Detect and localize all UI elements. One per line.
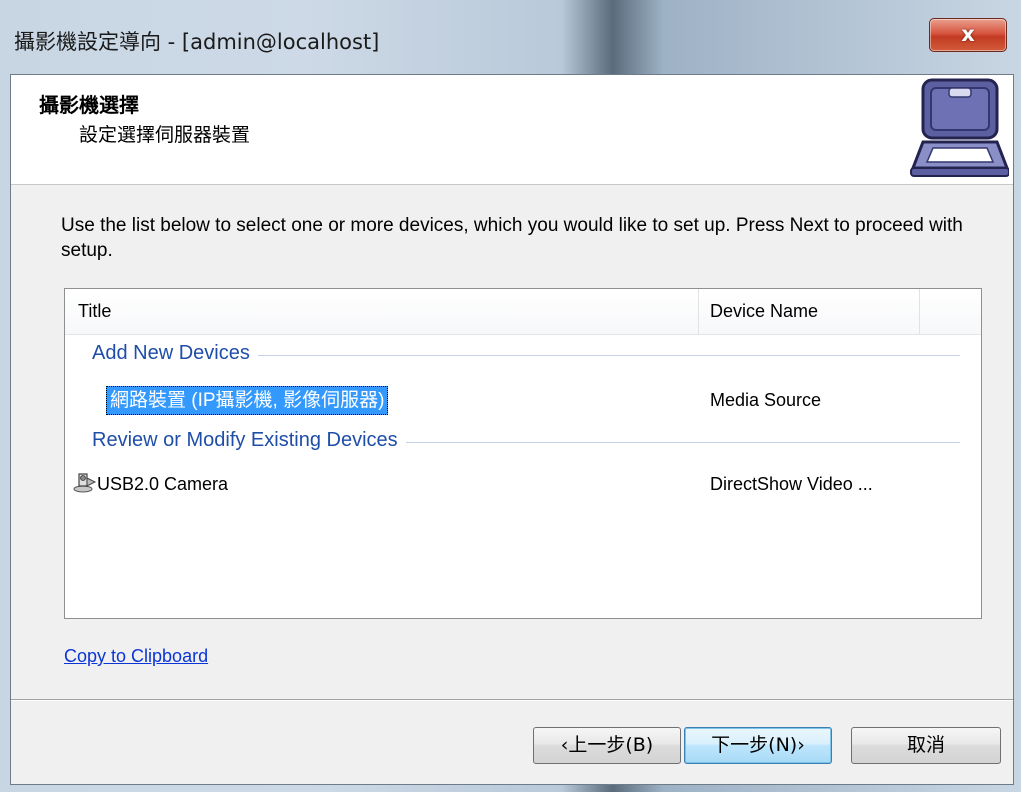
next-button[interactable]: 下一步(N)› [684,727,832,764]
device-list[interactable]: Title Device Name Add New Devices 網路裝置 (… [64,288,982,619]
title-bar[interactable]: 攝影機設定導向 - [admin@localhost] x [0,0,1021,74]
close-icon: x [961,22,975,46]
group-add-new-devices[interactable]: Add New Devices [92,342,258,365]
list-item-title: USB2.0 Camera [97,474,229,494]
cancel-button[interactable]: 取消 [851,727,1001,764]
column-divider[interactable] [698,289,699,334]
column-divider[interactable] [919,289,920,334]
page-subtitle: 設定選擇伺服器裝置 [79,124,251,146]
wizard-header: 攝影機選擇 設定選擇伺服器裝置 [11,75,1013,185]
list-item-device-name: DirectShow Video ... [710,474,873,494]
copy-to-clipboard-link[interactable]: Copy to Clipboard [64,646,208,667]
list-item-network-device[interactable]: 網路裝置 (IP攝影機, 影像伺服器) [106,386,389,415]
column-title[interactable]: Title [78,301,111,322]
footer-divider [11,699,1013,701]
group-existing-devices[interactable]: Review or Modify Existing Devices [92,429,406,452]
list-item-device-name: Media Source [710,390,822,410]
page-title: 攝影機選擇 [39,93,139,117]
device-setup-icon [910,78,1009,177]
close-button[interactable]: x [929,18,1007,52]
back-button[interactable]: ‹上一步(B) [533,727,681,764]
column-device-name[interactable]: Device Name [710,301,818,322]
window-frame: 攝影機設定導向 - [admin@localhost] x 攝影機選擇 設定選擇… [0,0,1021,792]
instructions-text: Use the list below to select one or more… [61,215,963,261]
list-header: Title Device Name [65,289,981,335]
window-title: 攝影機設定導向 - [admin@localhost] [14,30,380,54]
camera-icon [73,473,97,493]
wizard-client-area: 攝影機選擇 設定選擇伺服器裝置 Use the list below to se… [10,74,1014,785]
